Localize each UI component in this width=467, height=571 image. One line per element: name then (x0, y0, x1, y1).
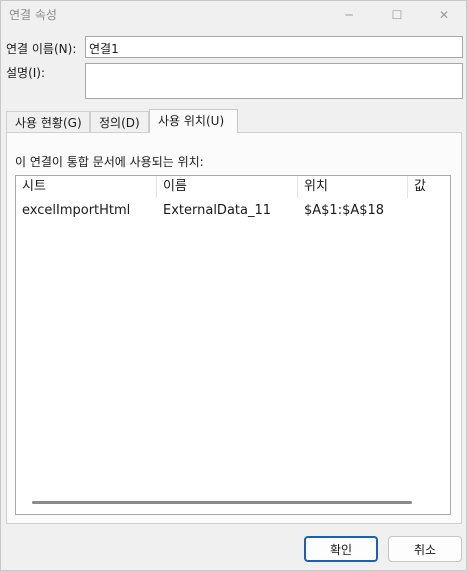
connection-properties-dialog: 연결 속성 ─ ☐ ✕ 연결 이름(N): 연결1 설명(I): 사용 현황(G… (0, 0, 467, 571)
window-title: 연결 속성 (9, 8, 57, 22)
minimize-icon: ─ (345, 8, 353, 22)
column-header-name[interactable]: 이름 (157, 176, 298, 198)
connection-name-label: 연결 이름(N): (6, 42, 77, 56)
tab-usage-label: 사용 현황(G) (15, 116, 82, 130)
cell-location: $A$1:$A$18 (304, 203, 385, 218)
ok-button[interactable]: 확인 (304, 536, 378, 562)
connection-name-input[interactable]: 연결1 (85, 36, 463, 58)
tab-usage[interactable]: 사용 현황(G) (6, 111, 90, 132)
title-bar: 연결 속성 ─ ☐ ✕ (1, 1, 466, 29)
column-header-value[interactable]: 값 (408, 176, 450, 198)
minimize-button[interactable]: ─ (326, 1, 372, 29)
locations-list[interactable]: 시트 이름 위치 값 excelImportHtml ExternalData_… (15, 175, 451, 515)
panel-caption: 이 연결이 통합 문서에 사용되는 위치: (15, 155, 204, 169)
maximize-button[interactable]: ☐ (374, 1, 420, 29)
maximize-icon: ☐ (391, 8, 403, 22)
cell-sheet: excelImportHtml (22, 203, 131, 218)
tab-definition[interactable]: 정의(D) (90, 111, 149, 132)
tab-used-in[interactable]: 사용 위치(U) (149, 109, 238, 133)
tab-used-in-label: 사용 위치(U) (158, 114, 225, 128)
cell-value (408, 200, 450, 222)
cancel-button[interactable]: 취소 (388, 536, 462, 562)
ok-button-label: 확인 (329, 542, 353, 557)
tab-definition-label: 정의(D) (99, 116, 140, 130)
description-label: 설명(I): (6, 66, 46, 80)
cell-name: ExternalData_11 (163, 203, 272, 218)
description-input[interactable] (85, 63, 463, 99)
horizontal-scrollbar[interactable] (32, 501, 412, 504)
column-header-location[interactable]: 위치 (298, 176, 408, 198)
close-icon: ✕ (438, 8, 450, 22)
table-row[interactable]: excelImportHtml ExternalData_11 $A$1:$A$… (16, 200, 450, 222)
cancel-button-label: 취소 (413, 542, 437, 557)
column-header-sheet[interactable]: 시트 (16, 176, 157, 198)
used-in-panel: 이 연결이 통합 문서에 사용되는 위치: 시트 이름 위치 값 excelIm… (6, 132, 462, 524)
close-button[interactable]: ✕ (421, 1, 467, 29)
list-header: 시트 이름 위치 값 (16, 176, 450, 198)
